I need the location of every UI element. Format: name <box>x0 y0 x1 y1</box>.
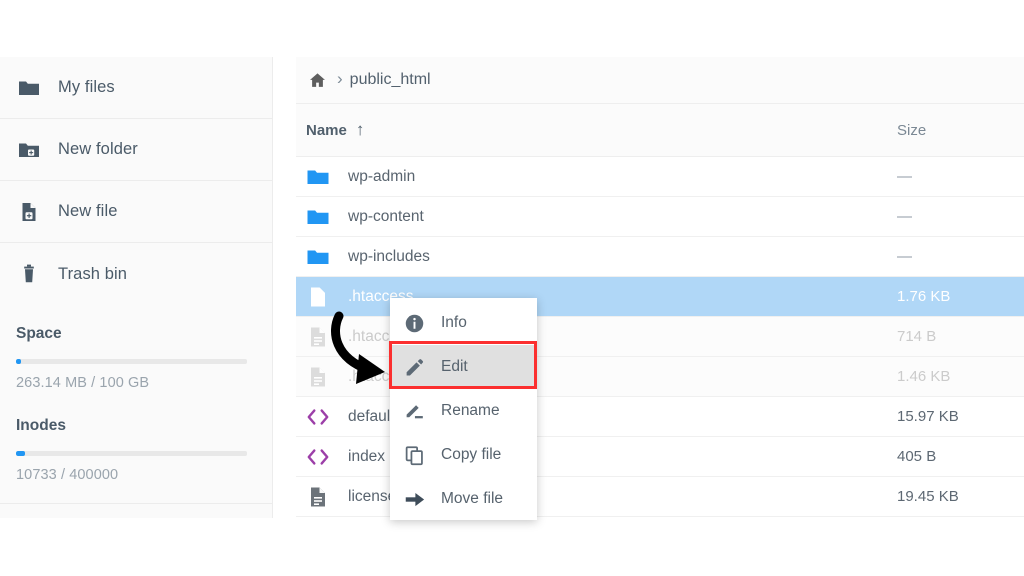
sidebar: My files New folder New file Trash bin S… <box>0 57 273 518</box>
space-usage-text: 263.14 MB / 100 GB <box>16 375 150 391</box>
inodes-progress-fill <box>16 451 26 456</box>
sidebar-item-label: New folder <box>58 140 138 158</box>
context-menu-item-label: Rename <box>441 402 500 419</box>
breadcrumb-separator: › <box>337 69 343 88</box>
space-title: Space <box>16 325 62 342</box>
table-row[interactable]: wp-admin — <box>296 157 1024 197</box>
space-progress-bar <box>16 359 247 364</box>
inodes-progress-bar <box>16 451 247 456</box>
screenshot-root: My files New folder New file Trash bin S… <box>0 0 1024 576</box>
rename-icon <box>403 400 425 422</box>
inodes-usage-text: 10733 / 400000 <box>16 467 119 483</box>
breadcrumb: › public_html <box>296 57 1024 104</box>
column-header-name[interactable]: Name ↑ <box>296 120 864 140</box>
file-name-cell: wp-includes <box>348 247 430 265</box>
file-size-cell: 714 B <box>897 328 937 345</box>
context-menu-item-label: Move file <box>441 490 504 507</box>
table-row[interactable]: wp-content — <box>296 197 1024 237</box>
sidebar-item-new-folder[interactable]: New folder <box>0 119 272 181</box>
folder-icon <box>306 165 330 189</box>
context-menu-item-label: Copy file <box>441 446 502 463</box>
arrow-right-icon <box>403 488 425 510</box>
file-name-cell: wp-admin <box>348 167 416 185</box>
folder-icon <box>306 245 330 269</box>
context-menu-item-label: Edit <box>441 358 468 375</box>
folder-icon <box>16 75 42 101</box>
space-usage-block: Space 263.14 MB / 100 GB <box>0 305 272 391</box>
copy-icon <box>403 444 425 466</box>
file-size-cell: — <box>897 248 912 265</box>
file-size-cell: 405 B <box>897 448 937 465</box>
code-icon <box>306 405 330 429</box>
inodes-title: Inodes <box>16 417 66 434</box>
context-menu-item-label: Info <box>441 314 467 331</box>
file-size-cell: — <box>897 208 912 225</box>
file-icon <box>306 325 330 349</box>
file-name-cell: wp-content <box>348 207 424 225</box>
sidebar-item-label: My files <box>58 78 115 96</box>
context-menu-item-move-file[interactable]: Move file <box>390 477 537 521</box>
file-size-cell: — <box>897 168 912 185</box>
file-icon <box>306 365 330 389</box>
sidebar-item-label: Trash bin <box>58 264 128 283</box>
sidebar-item-label: New file <box>58 202 118 220</box>
folder-icon <box>306 205 330 229</box>
context-menu-item-copy-file[interactable]: Copy file <box>390 433 537 477</box>
sort-ascending-icon[interactable]: ↑ <box>356 120 365 140</box>
code-icon <box>306 445 330 469</box>
file-size-cell: 15.97 KB <box>897 408 959 425</box>
sidebar-divider <box>0 503 272 504</box>
context-menu-item-rename[interactable]: Rename <box>390 389 537 433</box>
file-plus-icon <box>16 199 42 225</box>
file-icon <box>306 485 330 509</box>
sidebar-item-trash-bin[interactable]: Trash bin <box>0 243 272 305</box>
file-size-cell: 1.46 KB <box>897 368 951 385</box>
pencil-icon <box>403 356 425 378</box>
context-menu-item-edit[interactable]: Edit <box>390 345 537 389</box>
breadcrumb-current[interactable]: public_html <box>350 71 431 89</box>
column-header-name-label: Name <box>306 121 347 139</box>
home-icon[interactable] <box>302 71 333 90</box>
trash-icon <box>16 261 42 287</box>
info-icon <box>403 312 425 334</box>
table-header: Name ↑ Size <box>296 104 1024 157</box>
file-size-cell: 1.76 KB <box>897 288 951 305</box>
file-icon <box>306 285 330 309</box>
table-row[interactable]: wp-includes — <box>296 237 1024 277</box>
context-menu: Info Edit Rename Copy file Move file <box>390 298 537 520</box>
space-progress-fill <box>16 359 21 364</box>
inodes-usage-block: Inodes 10733 / 400000 <box>0 391 272 483</box>
sidebar-item-new-file[interactable]: New file <box>0 181 272 243</box>
sidebar-item-my-files[interactable]: My files <box>0 57 272 119</box>
folder-plus-icon <box>16 137 42 163</box>
context-menu-item-info[interactable]: Info <box>390 301 537 345</box>
file-size-cell: 19.45 KB <box>897 488 959 505</box>
column-header-size[interactable]: Size <box>864 122 1024 139</box>
